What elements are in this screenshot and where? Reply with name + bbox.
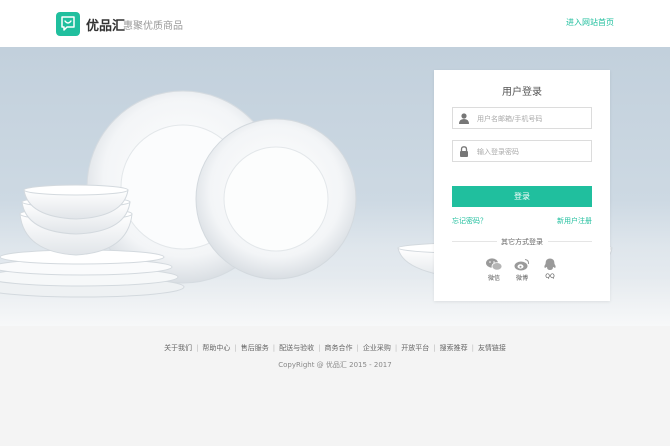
weibo-icon bbox=[514, 258, 530, 271]
login-card: 用户登录 用户名邮箱/手机号码 输入登录密码 登录 忘记密码？ 新用户注册 其它… bbox=[434, 70, 610, 301]
footer-links: 关于我们 | 帮助中心 | 售后服务 | 配送与验收 | 商务合作 | 企业采购 | 开放平台 | 搜索推荐… bbox=[0, 343, 670, 353]
wechat-login[interactable]: 微信 bbox=[484, 258, 504, 282]
footer-link-enterprise[interactable]: 企业采购 bbox=[359, 344, 395, 352]
footer-link-search[interactable]: 搜索推荐 bbox=[436, 344, 472, 352]
footer-link-friends[interactable]: 友情链接 bbox=[474, 344, 510, 352]
hero-banner: 用户登录 用户名邮箱/手机号码 输入登录密码 登录 忘记密码？ 新用户注册 其它… bbox=[0, 47, 670, 326]
logo-icon[interactable] bbox=[56, 12, 80, 36]
forgot-password-link[interactable]: 忘记密码？ bbox=[452, 216, 487, 226]
footer-link-business[interactable]: 商务合作 bbox=[321, 344, 357, 352]
login-title: 用户登录 bbox=[502, 87, 542, 98]
footer-link-after-sales[interactable]: 售后服务 bbox=[237, 344, 273, 352]
wechat-icon bbox=[486, 258, 502, 271]
copyright: CopyRight @ 优品汇 2015 - 2017 bbox=[278, 361, 392, 369]
register-link[interactable]: 新用户注册 bbox=[557, 216, 592, 226]
weibo-login[interactable]: 微博 bbox=[512, 258, 532, 282]
username-field[interactable]: 用户名邮箱/手机号码 bbox=[452, 107, 592, 129]
top-header: 优品汇 惠聚优质商品 进入网站首页 bbox=[0, 0, 670, 47]
home-link[interactable]: 进入网站首页 bbox=[566, 17, 614, 28]
divider-right bbox=[548, 241, 592, 242]
footer-link-about[interactable]: 关于我们 bbox=[160, 344, 196, 352]
password-field[interactable]: 输入登录密码 bbox=[452, 140, 592, 162]
weibo-label: 微博 bbox=[515, 275, 528, 282]
username-placeholder: 用户名邮箱/手机号码 bbox=[477, 115, 543, 123]
footer-link-delivery[interactable]: 配送与验收 bbox=[275, 344, 318, 352]
lock-icon bbox=[460, 146, 468, 157]
other-login-title: 其它方式登录 bbox=[501, 238, 543, 246]
wechat-label: 微信 bbox=[487, 275, 500, 282]
qq-label: QQ bbox=[545, 273, 555, 280]
footer-link-help[interactable]: 帮助中心 bbox=[198, 344, 234, 352]
user-icon bbox=[459, 113, 469, 124]
page-footer: 关于我们 | 帮助中心 | 售后服务 | 配送与验收 | 商务合作 | 企业采购 | 开放平台 | 搜索推荐… bbox=[0, 326, 670, 446]
qq-login[interactable]: QQ bbox=[540, 258, 560, 280]
password-placeholder: 输入登录密码 bbox=[477, 148, 519, 156]
brand-name[interactable]: 优品汇 bbox=[86, 15, 125, 34]
login-button[interactable]: 登录 bbox=[452, 186, 592, 207]
footer-link-open-platform[interactable]: 开放平台 bbox=[397, 344, 433, 352]
brand-slogan: 惠聚优质商品 bbox=[123, 21, 183, 32]
qq-icon bbox=[544, 258, 556, 270]
